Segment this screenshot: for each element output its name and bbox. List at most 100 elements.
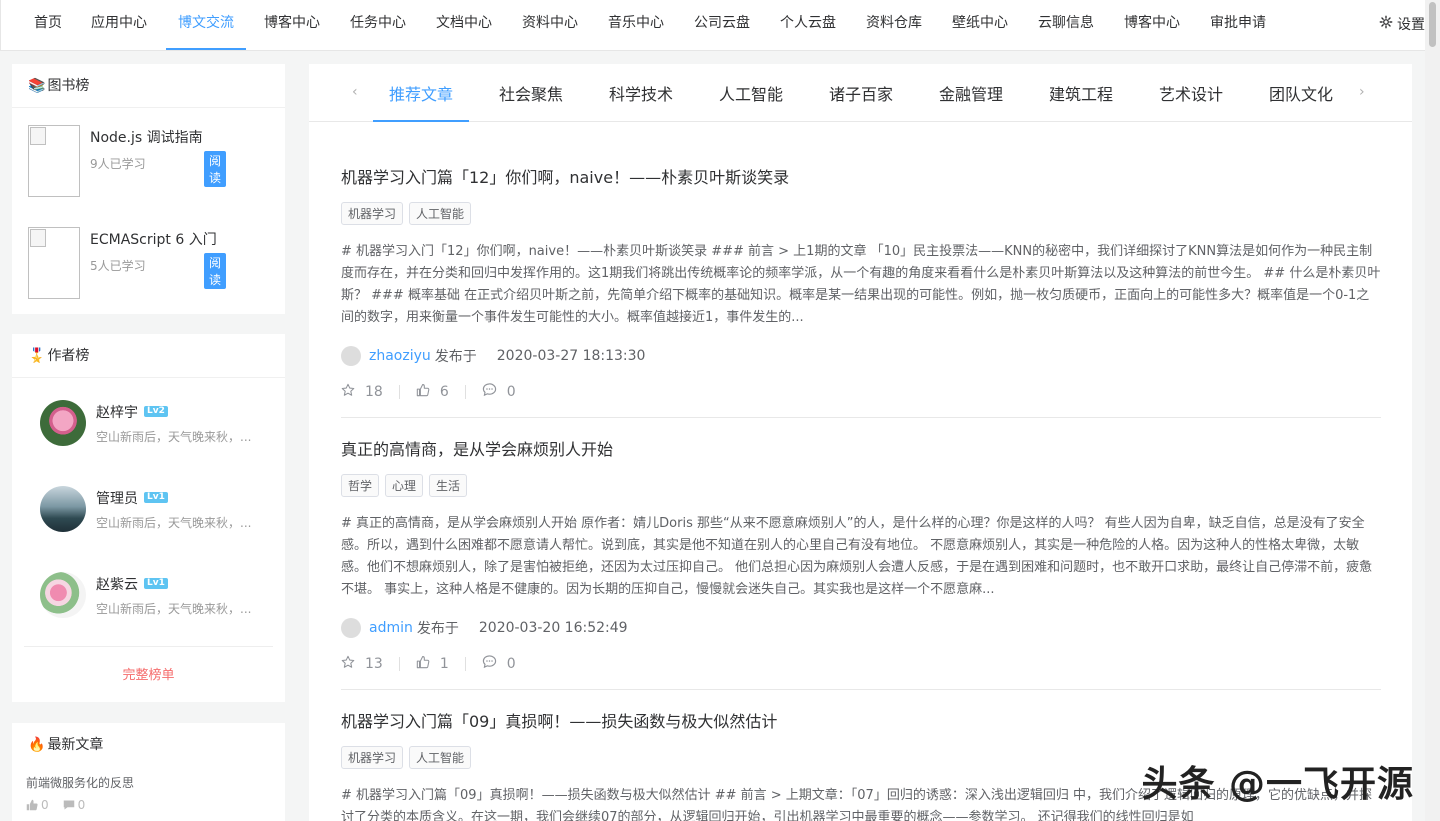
article-tag[interactable]: 人工智能	[409, 746, 472, 769]
like-count: 0	[41, 798, 49, 812]
avatar[interactable]	[40, 572, 86, 618]
author-rank-title: 作者榜	[47, 347, 90, 364]
article-list: 机器学习入门篇「12」你们啊，naive！——朴素贝叶斯谈笑录 机器学习 人工智…	[309, 122, 1412, 821]
tab-recommended[interactable]: 推荐文章	[373, 64, 470, 122]
book-cover-image[interactable]	[28, 125, 80, 197]
nav-item-wallpaper[interactable]: 壁纸中心	[952, 0, 1008, 50]
book-cover-image[interactable]	[28, 227, 80, 299]
star-button[interactable]: 13	[341, 655, 383, 673]
nav-item-resources[interactable]: 资料中心	[522, 0, 578, 50]
author-signature: 空山新雨后，天气晚来秋，...	[96, 601, 252, 616]
divider	[398, 384, 400, 399]
book-rank-title: 图书榜	[47, 77, 90, 94]
nav-item-approval[interactable]: 审批申请	[1210, 0, 1266, 50]
nav-item-tasks[interactable]: 任务中心	[350, 0, 406, 50]
nav-item-chat[interactable]: 云聊信息	[1038, 0, 1094, 50]
publish-date: 2020-03-27 18:13:30	[496, 348, 646, 364]
comment-count: 0	[77, 798, 86, 812]
author-name[interactable]: 管理员	[96, 488, 138, 508]
article-summary: # 真正的高情商，是从学会麻烦别人开始 原作者：婧儿Doris 那些“从来不愿意…	[341, 516, 1373, 597]
nav-item-personal-cloud[interactable]: 个人云盘	[780, 0, 836, 50]
gear-icon	[1379, 2, 1393, 48]
article-tag[interactable]: 机器学习	[341, 746, 404, 769]
avatar[interactable]	[341, 618, 361, 638]
book-learners: 9人已学习	[90, 157, 146, 171]
latest-article-link[interactable]: 前端微服务化的反思	[26, 774, 134, 791]
nav-item-docs[interactable]: 文档中心	[436, 0, 492, 50]
publish-date: 2020-03-20 16:52:49	[478, 620, 628, 636]
like-button[interactable]: 1	[416, 655, 449, 673]
tab-architecture[interactable]: 建筑工程	[1049, 64, 1113, 122]
published-label: 发布于	[434, 349, 477, 365]
article-tag[interactable]: 心理	[385, 474, 424, 497]
settings-button[interactable]: 设置	[1379, 0, 1425, 50]
watermark: 头条 @一飞开源	[1141, 764, 1414, 805]
star-count: 13	[365, 655, 383, 672]
article-tag[interactable]: 人工智能	[409, 202, 472, 225]
avatar[interactable]	[40, 400, 86, 446]
tab-finance[interactable]: 金融管理	[939, 64, 1003, 122]
article-author[interactable]: admin	[369, 620, 413, 636]
latest-articles-card: 🔥 最新文章 前端微服务化的反思 0 0	[12, 723, 285, 821]
thumb-up-icon	[416, 383, 430, 401]
divider	[464, 384, 466, 399]
book-name[interactable]: ECMAScript 6 入门	[90, 229, 217, 249]
star-icon	[341, 383, 355, 401]
article-title[interactable]: 机器学习入门篇「12」你们啊，naive！——朴素贝叶斯谈笑录	[341, 164, 1381, 188]
star-count: 18	[365, 383, 383, 400]
latest-articles-title: 最新文章	[47, 737, 104, 753]
comment-button[interactable]: 0	[482, 382, 516, 401]
tab-ai[interactable]: 人工智能	[719, 64, 783, 122]
divider	[24, 646, 273, 647]
author-item[interactable]: 管理员 Lv1 空山新雨后，天气晚来秋，...	[40, 486, 256, 532]
avatar[interactable]	[40, 486, 86, 532]
author-name[interactable]: 赵梓宇	[96, 402, 138, 422]
avatar[interactable]	[341, 346, 361, 366]
chevron-left-icon[interactable]: ‹	[352, 84, 358, 100]
top-nav: 首页 应用中心 博文交流 博客中心 任务中心 文档中心 资料中心 音乐中心 公司…	[0, 0, 1425, 51]
author-name[interactable]: 赵紫云	[96, 574, 138, 594]
tab-team-culture[interactable]: 团队文化	[1269, 64, 1333, 122]
comment-button[interactable]: 0	[482, 654, 516, 673]
tab-philosophy[interactable]: 诸子百家	[829, 64, 893, 122]
page-scrollbar[interactable]	[1425, 0, 1440, 821]
book-rank-card: 📚 图书榜 Node.js 调试指南 9人已学习 阅读 ECMAScript 6…	[12, 64, 285, 314]
read-button[interactable]: 阅读	[204, 151, 227, 187]
like-count: 1	[439, 655, 449, 672]
nav-item-home[interactable]: 首页	[34, 0, 62, 50]
divider	[341, 417, 1381, 418]
article-tag[interactable]: 生活	[429, 474, 468, 497]
published-label: 发布于	[416, 621, 459, 637]
tab-science[interactable]: 科学技术	[609, 64, 673, 122]
tab-art-design[interactable]: 艺术设计	[1159, 64, 1223, 122]
nav-item-blog-center[interactable]: 博客中心	[264, 0, 320, 50]
star-button[interactable]: 18	[341, 383, 383, 401]
article-tag[interactable]: 哲学	[341, 474, 380, 497]
article-author[interactable]: zhaoziyu	[369, 348, 431, 364]
nav-item-music[interactable]: 音乐中心	[608, 0, 664, 50]
nav-item-blog-exchange[interactable]: 博文交流	[166, 0, 246, 50]
divider	[398, 656, 400, 671]
book-item[interactable]: ECMAScript 6 入门 5人已学习 阅读	[28, 227, 227, 299]
chevron-right-icon[interactable]: ›	[1359, 84, 1365, 100]
nav-item-apps[interactable]: 应用中心	[91, 0, 147, 50]
fire-icon: 🔥	[28, 737, 46, 753]
tab-social[interactable]: 社会聚焦	[499, 64, 563, 122]
author-item[interactable]: 赵紫云 Lv1 空山新雨后，天气晚来秋，...	[40, 572, 256, 618]
medal-icon: 🎖️	[28, 347, 46, 364]
like-button[interactable]: 6	[416, 383, 449, 401]
full-rank-link[interactable]: 完整榜单	[12, 664, 285, 683]
nav-item-blog-center-2[interactable]: 博客中心	[1124, 0, 1180, 50]
books-icon: 📚	[28, 77, 46, 94]
article-title[interactable]: 机器学习入门篇「09」真损啊！——损失函数与极大似然估计	[341, 708, 1381, 732]
article-title[interactable]: 真正的高情商，是从学会麻烦别人开始	[341, 436, 1381, 460]
article-tag[interactable]: 机器学习	[341, 202, 404, 225]
book-name[interactable]: Node.js 调试指南	[90, 127, 203, 147]
author-signature: 空山新雨后，天气晚来秋，...	[96, 515, 252, 530]
book-item[interactable]: Node.js 调试指南 9人已学习 阅读	[28, 125, 227, 197]
author-item[interactable]: 赵梓宇 Lv2 空山新雨后，天气晚来秋，...	[40, 400, 256, 446]
nav-item-company-cloud[interactable]: 公司云盘	[694, 0, 750, 50]
read-button[interactable]: 阅读	[204, 253, 227, 289]
nav-item-repository[interactable]: 资料仓库	[866, 0, 922, 50]
scrollbar-thumb[interactable]	[1429, 2, 1436, 47]
